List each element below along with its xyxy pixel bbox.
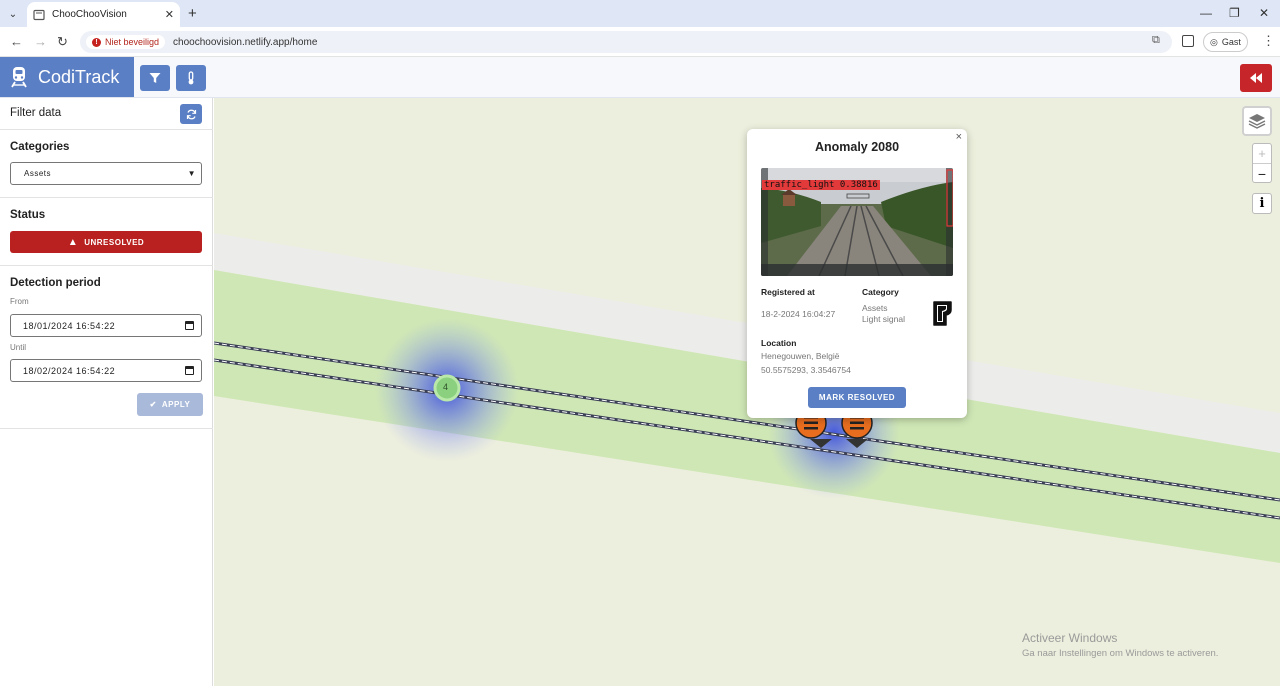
location-label: Location <box>761 338 797 348</box>
minimize-icon[interactable]: — <box>1200 6 1212 20</box>
registered-label: Registered at <box>761 287 815 297</box>
status-value: UNRESOLVED <box>84 237 145 247</box>
from-label: From <box>10 297 29 306</box>
light-signal-icon <box>933 301 952 326</box>
tab-search-chevron-icon[interactable]: ⌄ <box>4 5 22 23</box>
until-date-input[interactable]: 18/02/2024 16:54:22 <box>10 359 202 382</box>
browser-tab-bar: ⌄ ChooChooVision ✕ + — ❐ ✕ <box>0 0 1280 27</box>
location-value-2: 50.5575293, 3.3546754 <box>761 365 851 375</box>
windows-watermark-title: Activeer Windows <box>1022 631 1118 645</box>
reload-icon[interactable]: ↻ <box>57 34 68 50</box>
divider <box>0 265 213 266</box>
categories-label: Categories <box>10 141 70 153</box>
detection-period-label: Detection period <box>10 277 101 289</box>
refresh-button[interactable] <box>180 104 202 124</box>
layers-button[interactable] <box>1242 106 1272 136</box>
status-label: Status <box>10 209 46 221</box>
status-unresolved-button[interactable]: ▲ UNRESOLVED <box>10 231 202 253</box>
zoom-control: + − <box>1252 143 1272 183</box>
zoom-out-button[interactable]: − <box>1253 164 1271 183</box>
profile-button[interactable]: ◎ Gast <box>1203 32 1248 52</box>
category-value-2: Light signal <box>862 314 906 324</box>
map[interactable]: 4 + − i × Anomaly 2080 traffic_light 0.3… <box>214 98 1280 686</box>
cluster-count[interactable]: 4 <box>443 382 448 392</box>
side-panel-icon[interactable] <box>1182 35 1194 47</box>
sidebar-header: Filter data <box>0 98 213 130</box>
windows-watermark-sub: Ga naar Instellingen om Windows te activ… <box>1022 648 1219 659</box>
restore-icon[interactable]: ❐ <box>1229 6 1240 20</box>
window-close-icon[interactable]: ✕ <box>1259 6 1269 20</box>
filter-button[interactable] <box>140 65 170 91</box>
calendar-icon[interactable] <box>185 366 194 375</box>
globe-icon <box>33 9 45 20</box>
browser-toolbar: ← → ↻ ! Niet beveiligd choochoovision.ne… <box>0 27 1280 57</box>
rewind-icon <box>1250 73 1262 83</box>
detection-label: traffic_light 0.38816 <box>762 180 880 190</box>
browser-tab[interactable]: ChooChooVision ✕ <box>27 2 180 27</box>
translate-icon[interactable]: ⧉ <box>1152 34 1168 50</box>
anomaly-photo[interactable]: traffic_light 0.38816 <box>761 168 953 276</box>
popup-title: Anomaly 2080 <box>814 140 900 154</box>
temperature-button[interactable] <box>176 65 206 91</box>
category-label: Category <box>862 287 899 297</box>
brand[interactable]: CodiTrack <box>0 57 134 97</box>
tab-title: ChooChooVision <box>52 9 127 20</box>
new-tab-icon[interactable]: + <box>188 5 197 22</box>
mark-resolved-button[interactable]: MARK RESOLVED <box>808 387 906 408</box>
sidebar-title: Filter data <box>10 107 62 119</box>
location-value-1: Henegouwen, België <box>761 351 840 361</box>
apply-label: APPLY <box>161 400 191 409</box>
category-value-1: Assets <box>862 303 888 313</box>
layers-icon <box>1248 114 1266 129</box>
info-button[interactable]: i <box>1252 193 1272 214</box>
thermometer-icon <box>188 71 194 85</box>
filter-sidebar: Filter data Categories Assets ▼ Status ▲… <box>0 98 213 686</box>
filter-icon <box>149 73 161 83</box>
warning-triangle-icon: ▲ <box>67 236 79 248</box>
category-select-value: Assets <box>24 169 52 178</box>
check-icon: ✔ <box>149 400 157 409</box>
category-select[interactable]: Assets ▼ <box>10 162 202 185</box>
url-text: choochoovision.netlify.app/home <box>173 36 318 48</box>
app-header: CodiTrack <box>0 57 1280 98</box>
brand-name: CodiTrack <box>38 66 120 87</box>
calendar-icon[interactable] <box>185 321 194 330</box>
profile-label: Gast <box>1221 37 1241 47</box>
address-bar[interactable]: ! Niet beveiligd choochoovision.netlify.… <box>80 31 1172 53</box>
back-icon[interactable]: ← <box>10 34 23 49</box>
from-date-value: 18/01/2024 16:54:22 <box>23 320 116 331</box>
from-date-input[interactable]: 18/01/2024 16:54:22 <box>10 314 202 337</box>
zoom-in-button[interactable]: + <box>1253 144 1271 164</box>
divider <box>0 197 213 198</box>
tab-close-icon[interactable]: ✕ <box>165 8 174 21</box>
profile-icon: ◎ <box>1210 36 1218 47</box>
apply-button[interactable]: ✔ APPLY <box>137 393 203 416</box>
anomaly-popup: × Anomaly 2080 traffic_light 0.38816 Reg… <box>747 129 967 418</box>
security-chip[interactable]: ! Niet beveiligd <box>86 35 166 49</box>
until-date-value: 18/02/2024 16:54:22 <box>23 365 116 376</box>
chevron-down-icon: ▼ <box>187 169 196 178</box>
refresh-icon <box>186 109 196 119</box>
train-icon <box>11 67 27 88</box>
browser-menu-icon[interactable]: ⋮ <box>1262 33 1275 49</box>
until-label: Until <box>10 343 27 352</box>
warning-icon: ! <box>92 37 101 47</box>
divider <box>0 428 213 429</box>
security-label: Niet beveiligd <box>105 37 160 47</box>
collapse-button[interactable] <box>1240 64 1272 92</box>
forward-icon[interactable]: → <box>34 34 47 49</box>
registered-value: 18-2-2024 16:04:27 <box>761 309 836 319</box>
